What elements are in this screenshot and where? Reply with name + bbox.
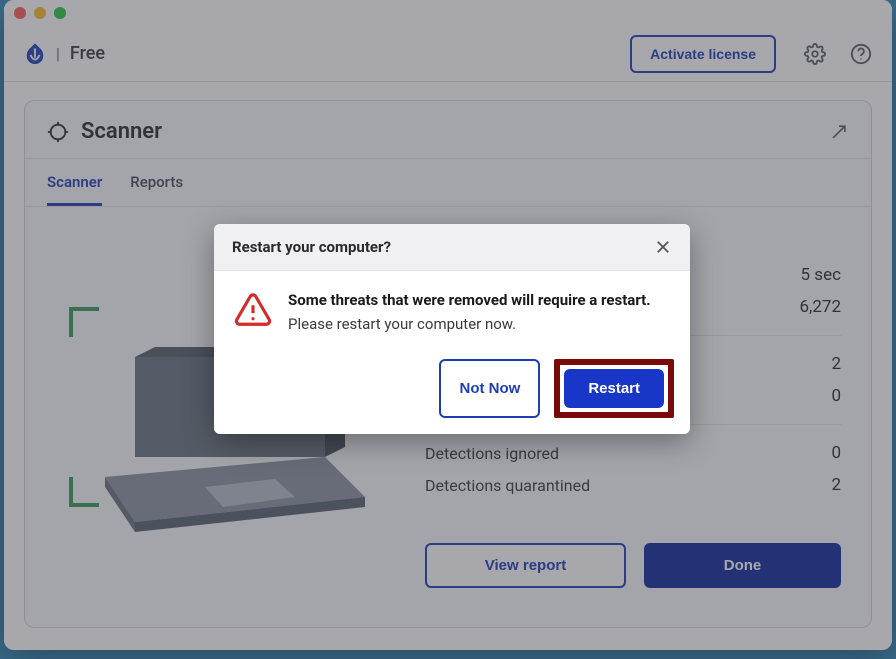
- restart-highlight: Restart: [554, 359, 674, 418]
- app-window: | Free Activate license Scanner: [4, 0, 892, 650]
- warning-triangle-icon: [234, 291, 272, 329]
- restart-button[interactable]: Restart: [564, 369, 664, 408]
- modal-subtext: Please restart your computer now.: [288, 315, 651, 333]
- modal-body: Some threats that were removed will requ…: [214, 271, 690, 343]
- close-icon[interactable]: [654, 238, 672, 256]
- restart-modal: Restart your computer? Some threats that…: [214, 224, 690, 434]
- not-now-button[interactable]: Not Now: [439, 359, 540, 418]
- modal-headline: Some threats that were removed will requ…: [288, 291, 651, 309]
- modal-actions: Not Now Restart: [214, 343, 690, 434]
- modal-header: Restart your computer?: [214, 224, 690, 271]
- modal-title: Restart your computer?: [232, 238, 391, 256]
